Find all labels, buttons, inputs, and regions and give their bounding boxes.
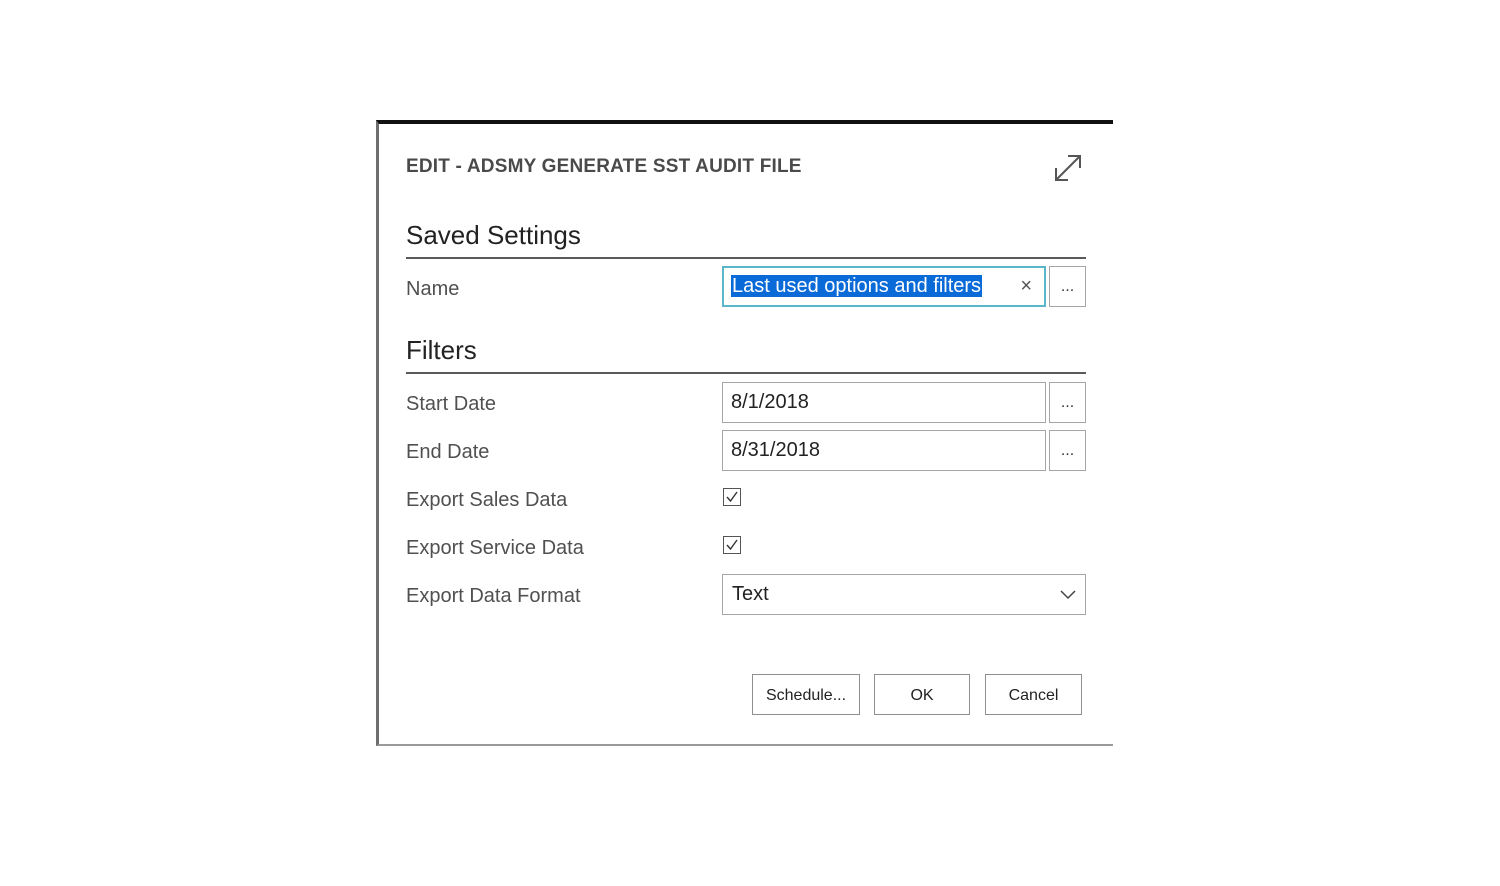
chevron-down-icon [1060, 590, 1076, 600]
export-format-label: Export Data Format [406, 585, 581, 607]
cancel-button[interactable]: Cancel [985, 674, 1082, 715]
end-date-lookup-button[interactable]: ... [1049, 430, 1086, 471]
export-sales-label: Export Sales Data [406, 489, 568, 511]
export-format-select[interactable]: Text [722, 574, 1086, 615]
schedule-button[interactable]: Schedule... [752, 674, 860, 715]
checkmark-icon [726, 491, 738, 503]
section-saved-settings: Saved Settings [406, 220, 1086, 259]
clear-icon[interactable]: × [1020, 268, 1032, 305]
edit-dialog: EDIT - ADSMY GENERATE SST AUDIT FILE Sav… [376, 120, 1113, 746]
name-lookup-button[interactable]: ... [1049, 266, 1086, 307]
name-field-value: Last used options and filters [731, 275, 983, 297]
name-label: Name [406, 278, 460, 300]
export-sales-checkbox[interactable] [723, 488, 741, 506]
export-service-checkbox[interactable] [723, 536, 741, 554]
dialog-title: EDIT - ADSMY GENERATE SST AUDIT FILE [406, 156, 802, 177]
export-service-label: Export Service Data [406, 537, 584, 559]
start-date-field[interactable]: 8/1/2018 [722, 382, 1046, 423]
expand-icon [1055, 155, 1081, 181]
checkmark-icon [726, 539, 738, 551]
end-date-field[interactable]: 8/31/2018 [722, 430, 1046, 471]
expand-dialog-button[interactable] [1050, 150, 1086, 186]
start-date-lookup-button[interactable]: ... [1049, 382, 1086, 423]
name-field[interactable]: Last used options and filters × [722, 266, 1046, 307]
end-date-label: End Date [406, 441, 490, 463]
ok-button[interactable]: OK [874, 674, 970, 715]
export-format-value: Text [732, 583, 769, 605]
section-filters: Filters [406, 335, 1086, 374]
start-date-label: Start Date [406, 393, 497, 415]
